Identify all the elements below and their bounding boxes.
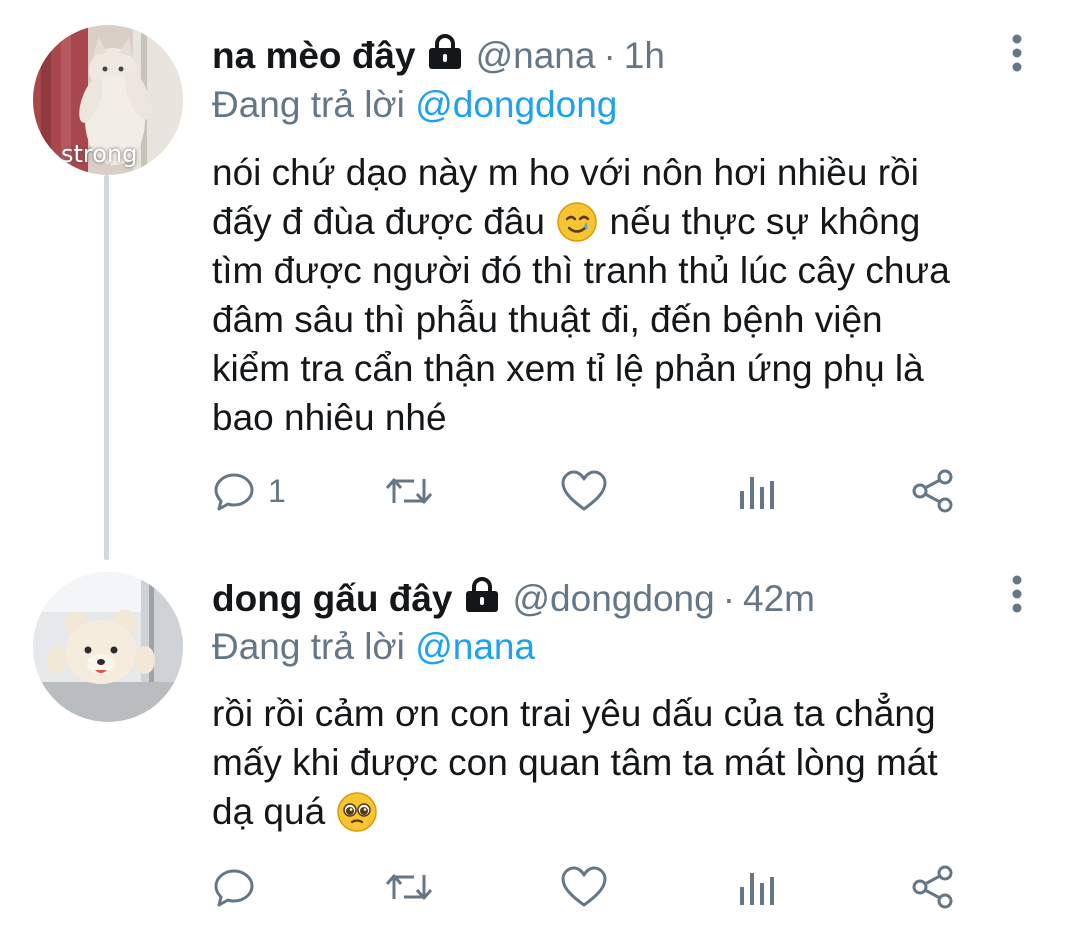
more-options-icon[interactable] — [1000, 573, 1034, 617]
reply-icon — [214, 869, 254, 907]
analytics-button[interactable] — [736, 466, 780, 516]
replying-to-handle[interactable]: @dongdong — [415, 84, 617, 125]
replying-to-handle[interactable]: @nana — [415, 626, 535, 667]
smiling-face-with-tear-emoji — [557, 202, 597, 242]
lock-icon — [463, 576, 501, 622]
tweet-text-part: rồi rồi cảm ơn con trai yêu dấu của ta c… — [212, 693, 938, 832]
like-icon — [561, 470, 607, 511]
avatar[interactable] — [33, 572, 183, 722]
retweet-button[interactable] — [384, 466, 434, 516]
timestamp[interactable]: 42m — [743, 578, 815, 620]
tweet-text: rồi rồi cảm ơn con trai yêu dấu của ta c… — [212, 689, 1052, 836]
replying-to-line: Đang trả lời @nana — [212, 626, 535, 668]
tweet-actions: 1 — [212, 466, 972, 516]
reply-button[interactable] — [212, 862, 268, 912]
tweet-header: dong gấu đây @dongdong · 42m — [212, 575, 815, 623]
user-handle[interactable]: @nana — [476, 35, 596, 77]
replying-to-line: Đang trả lời @dongdong — [212, 84, 617, 126]
retweet-icon — [385, 478, 433, 504]
tweet-actions — [212, 862, 972, 912]
analytics-button[interactable] — [736, 862, 780, 912]
tweet-text: nói chứ dạo này m ho với nôn hơi nhiều r… — [212, 148, 1052, 442]
display-name[interactable]: na mèo đây — [212, 35, 416, 77]
avatar-caption: strong — [61, 140, 138, 168]
reply-button[interactable]: 1 — [212, 466, 286, 516]
reply-count: 1 — [268, 472, 286, 509]
bear-avatar-image — [33, 572, 183, 722]
thread-connector-line — [104, 175, 109, 560]
retweet-icon — [385, 874, 433, 900]
avatar[interactable]: strong — [33, 25, 183, 175]
share-button[interactable] — [910, 862, 956, 912]
share-icon — [912, 865, 953, 909]
lock-icon — [426, 33, 464, 79]
share-button[interactable] — [910, 466, 956, 516]
timestamp[interactable]: 1h — [624, 35, 665, 77]
user-handle[interactable]: @dongdong — [513, 578, 715, 620]
pleading-face-emoji — [337, 792, 378, 832]
display-name[interactable]: dong gấu đây — [212, 578, 453, 620]
analytics-icon — [740, 477, 774, 509]
separator-dot: · — [603, 35, 616, 76]
more-options-icon[interactable] — [1000, 32, 1034, 76]
analytics-icon — [740, 873, 774, 905]
like-button[interactable] — [560, 862, 608, 912]
separator-dot: · — [722, 578, 736, 619]
like-icon — [561, 866, 607, 907]
retweet-button[interactable] — [384, 862, 434, 912]
like-button[interactable] — [560, 466, 608, 516]
reply-icon — [214, 473, 254, 511]
tweet-header: na mèo đây @nana · 1h — [212, 32, 665, 80]
replying-to-label: Đang trả lời — [212, 626, 405, 667]
share-icon — [912, 469, 953, 513]
replying-to-label: Đang trả lời — [212, 84, 405, 125]
